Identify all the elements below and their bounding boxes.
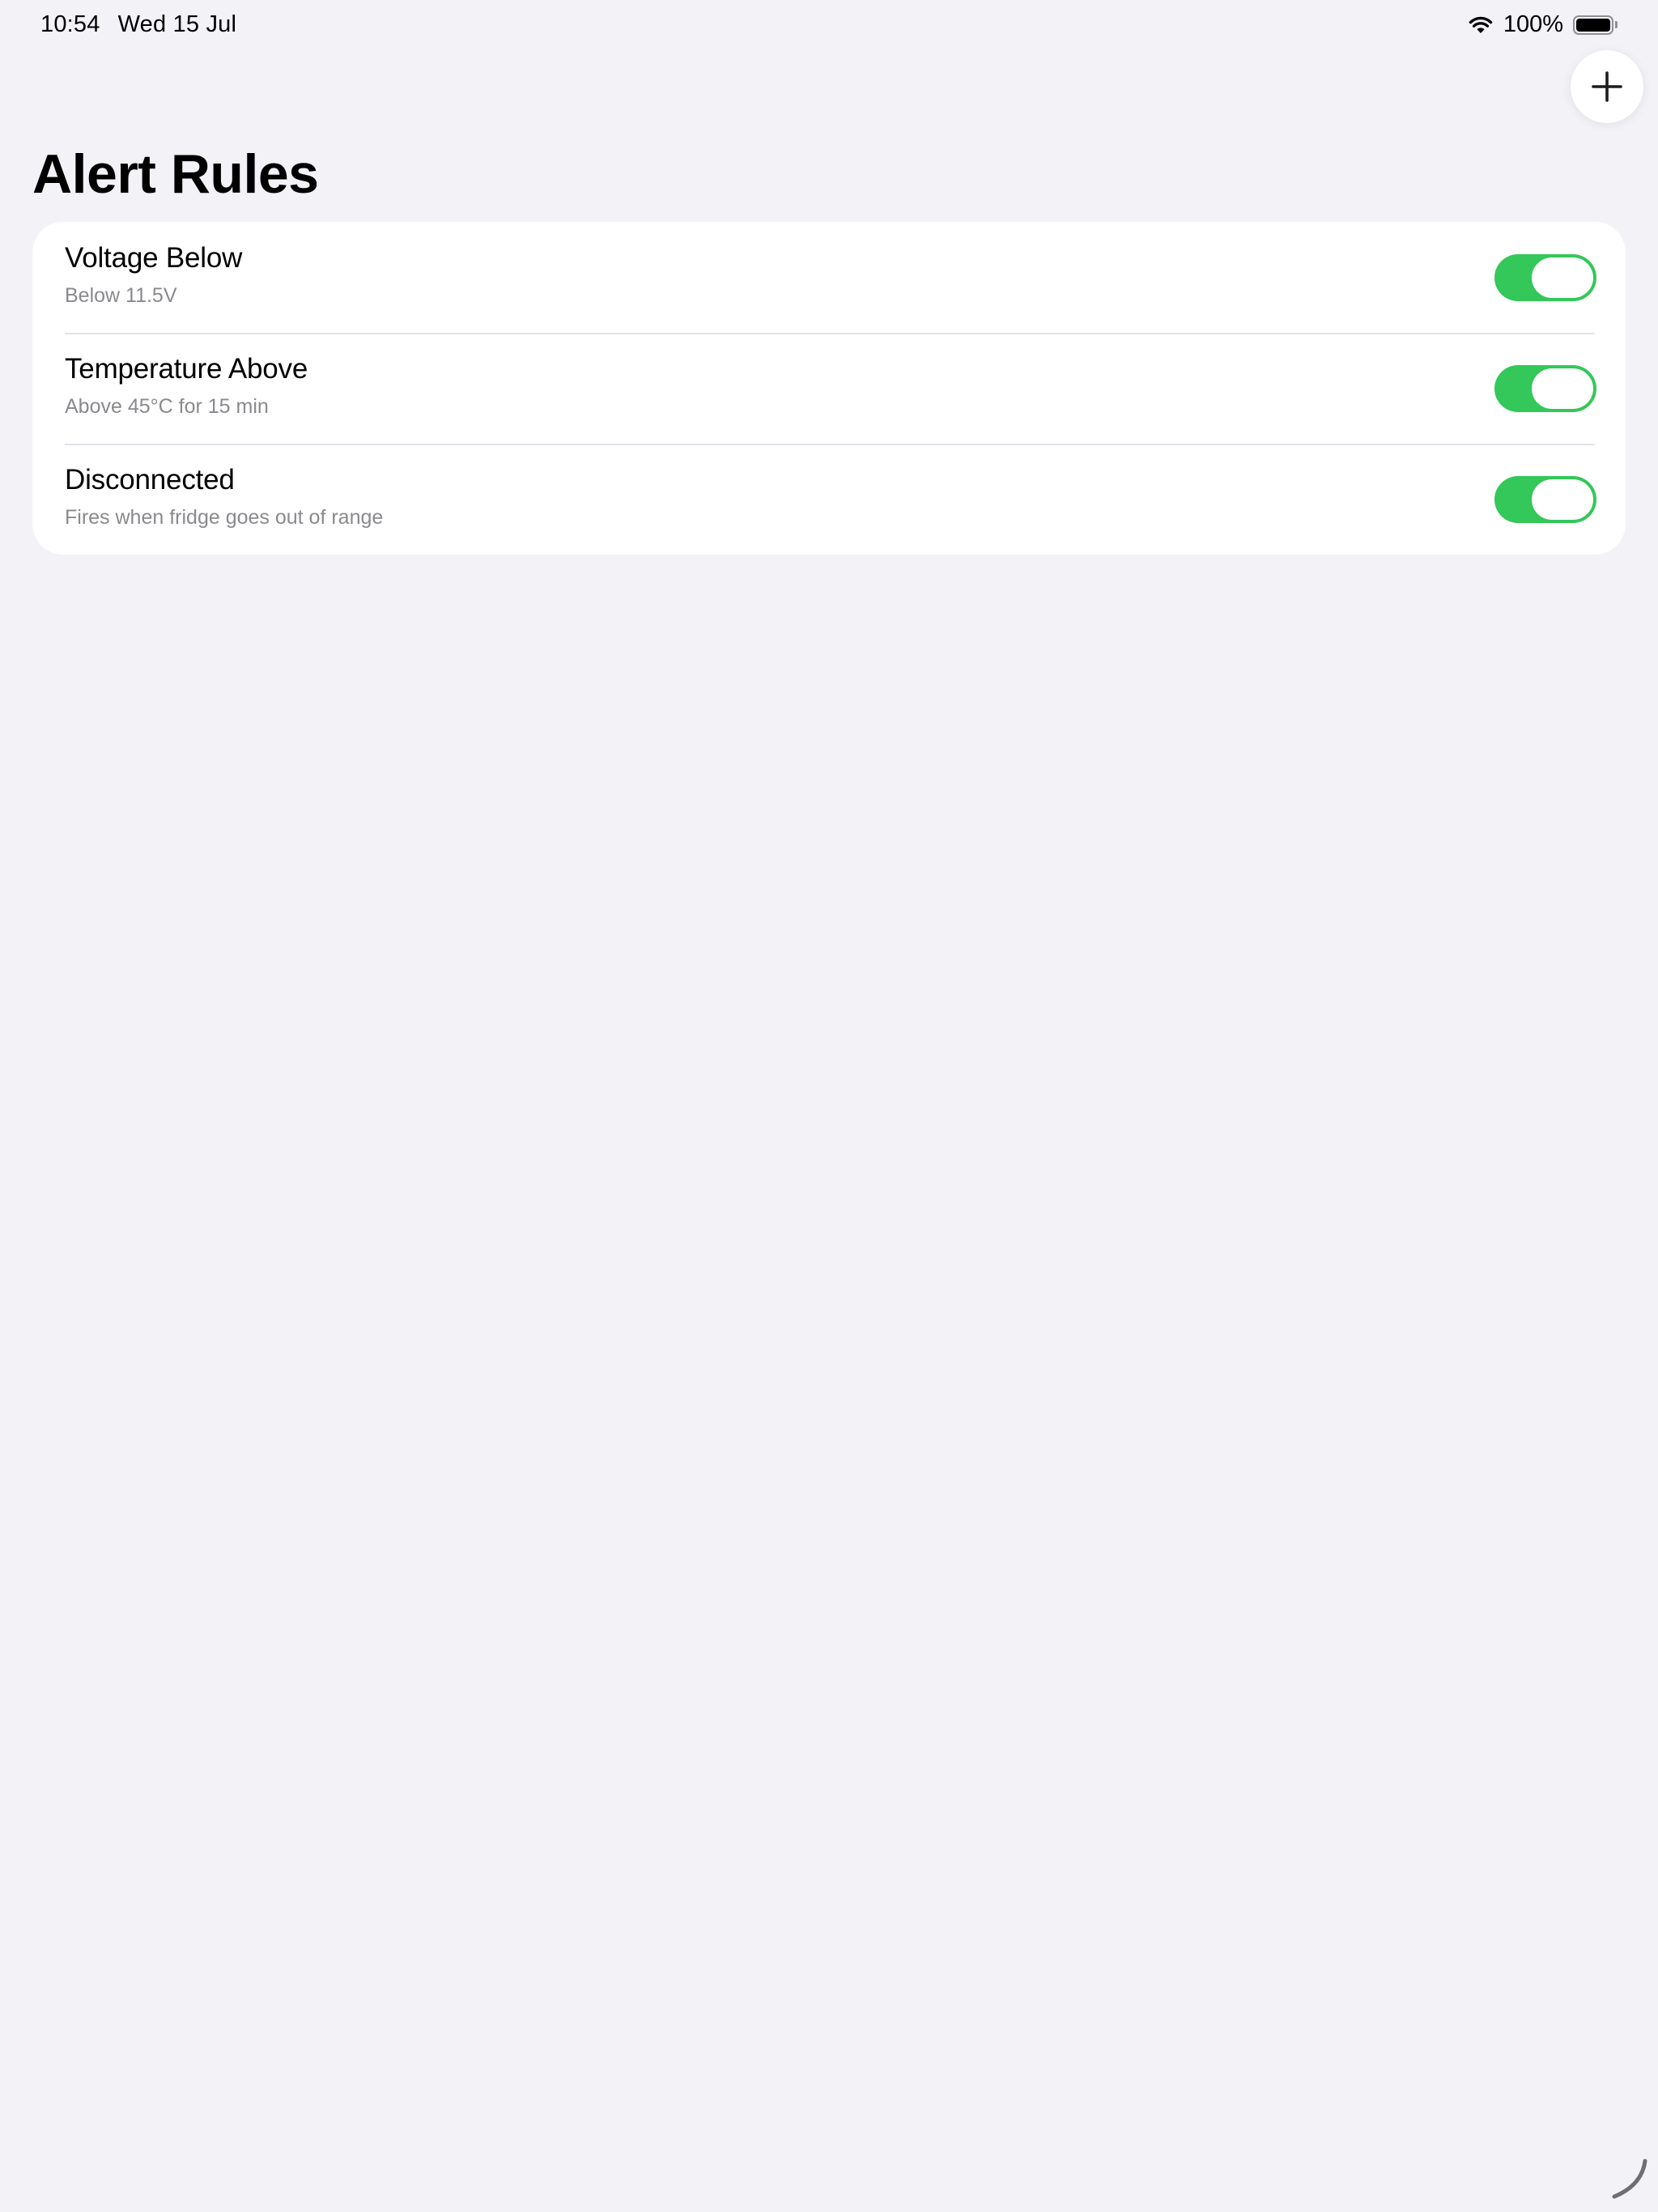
rule-row-temperature-above[interactable]: Temperature Above Above 45°C for 15 min [32,333,1626,444]
page-title: Alert Rules [32,143,319,205]
rule-row-voltage-below[interactable]: Voltage Below Below 11.5V [32,222,1626,333]
rule-title: Voltage Below [65,242,243,274]
corner-resize-icon [1606,2156,1652,2206]
rule-subtitle: Below 11.5V [65,284,177,307]
rule-subtitle: Above 45°C for 15 min [65,395,269,418]
rule-title: Temperature Above [65,353,308,385]
rule-subtitle: Fires when fridge goes out of range [65,506,384,529]
status-left: 10:54 Wed 15 Jul [40,11,236,38]
status-time: 10:54 [40,11,100,37]
battery-cap [1615,21,1618,28]
rule-text: Disconnected Fires when fridge goes out … [65,464,383,530]
screen: 10:54 Wed 15 Jul 100% Alert Rules Voltag… [0,0,1658,2212]
alert-rules-list: Voltage Below Below 11.5V Temperature Ab… [32,222,1626,555]
add-rule-button[interactable] [1571,50,1643,123]
rule-toggle-disconnected[interactable] [1494,475,1596,523]
plus-icon [1592,71,1622,102]
status-bar: 10:54 Wed 15 Jul 100% [0,0,1658,52]
battery-percent: 100% [1503,11,1563,37]
status-right: 100% [1468,11,1618,38]
battery-fill [1576,18,1610,32]
toggle-knob [1532,257,1593,298]
rule-toggle-voltage-below[interactable] [1494,253,1596,301]
rule-row-disconnected[interactable]: Disconnected Fires when fridge goes out … [32,444,1626,555]
rule-text: Voltage Below Below 11.5V [65,242,242,308]
toggle-knob [1532,479,1593,520]
battery-icon [1573,15,1618,35]
wifi-icon [1468,15,1494,35]
rule-title: Disconnected [65,464,235,496]
battery-body [1573,15,1613,35]
rule-toggle-temperature-above[interactable] [1494,364,1596,412]
status-date: Wed 15 Jul [117,11,237,37]
rule-text: Temperature Above Above 45°C for 15 min [65,353,308,419]
toggle-knob [1532,368,1593,409]
